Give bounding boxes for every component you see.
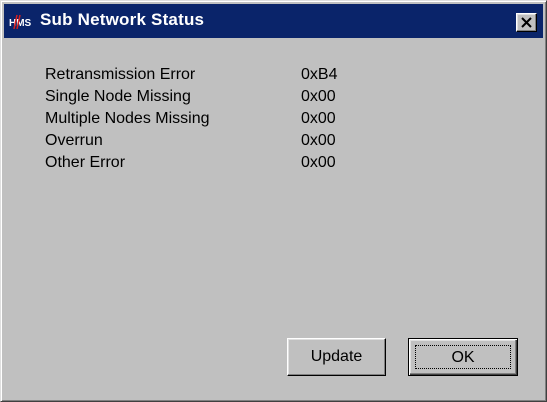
hms-logo-icon: HMS — [9, 12, 33, 30]
title-bar[interactable]: HMS Sub Network Status — [4, 4, 543, 38]
status-label: Other Error — [45, 154, 126, 171]
close-x-icon — [521, 17, 532, 28]
status-label: Retransmission Error — [45, 66, 196, 83]
status-label: Overrun — [45, 132, 103, 149]
close-button[interactable] — [516, 13, 537, 32]
status-value: 0x00 — [301, 110, 336, 127]
status-value: 0x00 — [301, 132, 336, 149]
status-value: 0x00 — [301, 154, 336, 171]
status-value: 0xB4 — [301, 66, 338, 83]
window-title: Sub Network Status — [40, 10, 205, 29]
update-button[interactable]: Update — [287, 338, 386, 376]
ok-button[interactable]: OK — [408, 338, 518, 376]
status-value: 0x00 — [301, 88, 336, 105]
svg-text:HMS: HMS — [9, 18, 32, 29]
ok-button-label: OK — [415, 345, 511, 369]
status-label: Single Node Missing — [45, 88, 191, 105]
sub-network-status-dialog: HMS Sub Network Status Retransmission Er… — [0, 0, 547, 402]
status-label: Multiple Nodes Missing — [45, 110, 210, 127]
